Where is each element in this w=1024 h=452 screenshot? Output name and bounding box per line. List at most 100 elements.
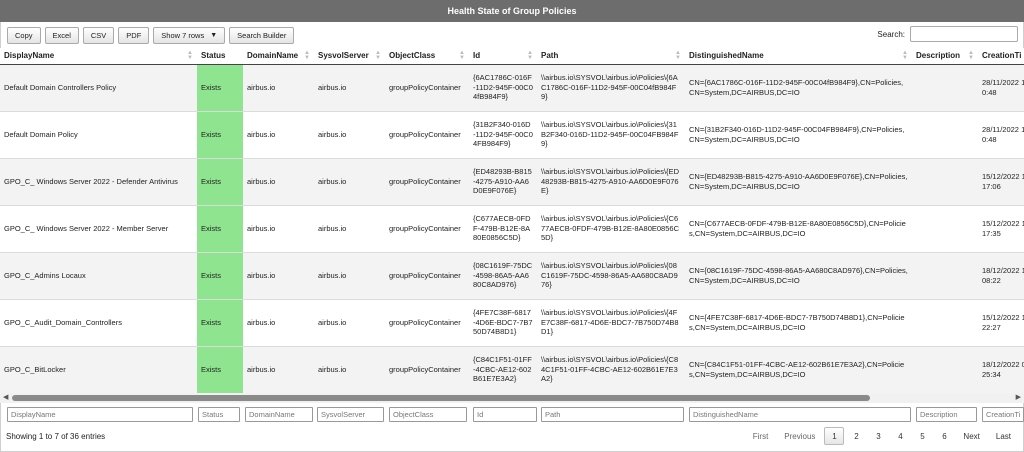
cell-id: {31B2F340-016D-11D2-945F-00C04FB984F9}: [469, 111, 537, 159]
scroll-right-icon[interactable]: ▶: [1016, 393, 1021, 403]
cell-id: {08C1619F-75DC-4598-86A5-AA680C8AD976}: [469, 252, 537, 300]
pagination-first[interactable]: First: [746, 427, 776, 445]
cell-domainname: airbus.io: [243, 111, 314, 159]
cell-sysvolserver: airbus.io: [314, 158, 385, 206]
filter-objectclass-input[interactable]: [389, 407, 467, 422]
column-header-sysvolserver[interactable]: SysvolServer ▲ ▼: [314, 48, 385, 65]
pagination-page-6[interactable]: 6: [934, 427, 954, 445]
cell-objectclass: groupPolicyContainer: [385, 205, 469, 253]
table-row[interactable]: GPO_C_Audit_Domain_Controllers Exists ai…: [0, 299, 1024, 347]
cell-path: \\airbus.io\SYSVOL\airbus.io\Policies\{6…: [537, 64, 685, 112]
pagination-page-2[interactable]: 2: [846, 427, 866, 445]
column-header-objectclass[interactable]: ObjectClass ▲ ▼: [385, 48, 469, 65]
cell-id: {ED48293B-B815-4275-A910-AA6D0E9F076E}: [469, 158, 537, 206]
panel-title: Health State of Group Policies: [0, 0, 1024, 22]
cell-displayname: Default Domain Policy: [0, 111, 197, 159]
cell-displayname: GPO_C_Audit_Domain_Controllers: [0, 299, 197, 347]
horizontal-scrollbar[interactable]: ◀ ▶: [0, 393, 1024, 403]
cell-creationtime: 28/11/2022 18:50:48: [978, 111, 1024, 159]
cell-creationtime: 15/12/2022 14:17:06: [978, 158, 1024, 206]
copy-button[interactable]: Copy: [7, 27, 41, 44]
table-row[interactable]: GPO_C_ Windows Server 2022 - Member Serv…: [0, 205, 1024, 253]
filter-distinguishedname-input[interactable]: [689, 407, 911, 422]
cell-description: [912, 158, 978, 206]
filter-status-input[interactable]: [198, 407, 240, 422]
pagination-page-4[interactable]: 4: [890, 427, 910, 445]
scroll-left-icon[interactable]: ◀: [3, 393, 8, 403]
table-row[interactable]: GPO_C_Admins Locaux Exists airbus.io air…: [0, 252, 1024, 300]
cell-sysvolserver: airbus.io: [314, 64, 385, 112]
caret-down-icon: ▼: [210, 32, 218, 39]
column-header-domainname[interactable]: DomainName ▲ ▼: [243, 48, 314, 65]
cell-displayname: Default Domain Controllers Policy: [0, 64, 197, 112]
search-label: Search:: [877, 29, 905, 39]
column-header-label: SysvolServer: [318, 51, 369, 61]
cell-domainname: airbus.io: [243, 205, 314, 253]
filter-description-input[interactable]: [916, 407, 977, 422]
cell-sysvolserver: airbus.io: [314, 205, 385, 253]
column-header-distinguishedname[interactable]: DistinguishedName ▲ ▼: [685, 48, 912, 65]
table-row[interactable]: GPO_C_ Windows Server 2022 - Defender An…: [0, 158, 1024, 206]
pagination-page-1[interactable]: 1: [824, 427, 845, 445]
pagination-page-3[interactable]: 3: [868, 427, 888, 445]
column-header-displayname[interactable]: DisplayName ▲ ▼: [0, 48, 197, 65]
table-viewport: DisplayName ▲ ▼ Status DomainName ▲ ▼ Sysvol…: [0, 48, 1024, 393]
show-rows-dropdown[interactable]: Show 7 rows ▼: [153, 27, 226, 44]
table-row[interactable]: Default Domain Policy Exists airbus.io a…: [0, 111, 1024, 159]
search-box: Search:: [877, 26, 1018, 42]
pdf-button[interactable]: PDF: [118, 27, 150, 44]
table-row[interactable]: GPO_C_BitLocker Exists airbus.io airbus.…: [0, 346, 1024, 393]
sort-icon: ▲ ▼: [459, 50, 465, 61]
column-header-label: DisplayName: [4, 51, 55, 61]
cell-id: {C84C1F51-01FF-4CBC-AE12-602B61E7E3A2}: [469, 346, 537, 393]
filter-displayname-input[interactable]: [7, 407, 193, 422]
scrollbar-thumb[interactable]: [12, 395, 870, 401]
sort-icon: ▲ ▼: [375, 50, 381, 61]
filter-domainname-input[interactable]: [245, 407, 313, 422]
cell-objectclass: groupPolicyContainer: [385, 64, 469, 112]
cell-creationtime: 15/12/2022 16:22:27: [978, 299, 1024, 347]
table-row[interactable]: Default Domain Controllers Policy Exists…: [0, 64, 1024, 112]
pagination-page-5[interactable]: 5: [912, 427, 932, 445]
filter-id-input[interactable]: [473, 407, 537, 422]
gpo-table: DisplayName ▲ ▼ Status DomainName ▲ ▼ Sysvol…: [0, 48, 1024, 393]
excel-button[interactable]: Excel: [44, 27, 79, 44]
pagination-previous[interactable]: Previous: [777, 427, 822, 445]
column-header-path[interactable]: Path ▲ ▼: [537, 48, 685, 65]
cell-domainname: airbus.io: [243, 64, 314, 112]
cell-domainname: airbus.io: [243, 346, 314, 393]
table-info: Showing 1 to 7 of 36 entries: [6, 432, 106, 441]
cell-path: \\airbus.io\SYSVOL\airbus.io\Policies\{4…: [537, 299, 685, 347]
filter-creationtime-input[interactable]: [982, 407, 1024, 422]
column-header-id[interactable]: Id ▲ ▼: [469, 48, 537, 65]
filter-sysvolserver-input[interactable]: [317, 407, 384, 422]
cell-objectclass: groupPolicyContainer: [385, 299, 469, 347]
column-header-label: ObjectClass: [389, 51, 436, 61]
cell-distinguishedname: CN={ED48293B-B815-4275-A910-AA6D0E9F076E…: [685, 158, 912, 206]
column-header-label: DistinguishedName: [689, 51, 764, 61]
filter-path-input[interactable]: [541, 407, 684, 422]
search-builder-button[interactable]: Search Builder: [229, 27, 295, 44]
cell-sysvolserver: airbus.io: [314, 299, 385, 347]
cell-domainname: airbus.io: [243, 299, 314, 347]
cell-displayname: GPO_C_BitLocker: [0, 346, 197, 393]
cell-domainname: airbus.io: [243, 158, 314, 206]
column-header-description[interactable]: Description ▲ ▼: [912, 48, 978, 65]
sort-icon: ▲ ▼: [968, 50, 974, 61]
cell-status: Exists: [197, 205, 243, 253]
pagination-next[interactable]: Next: [956, 427, 986, 445]
cell-status: Exists: [197, 111, 243, 159]
cell-description: [912, 346, 978, 393]
column-header-label: Id: [473, 51, 481, 61]
cell-description: [912, 299, 978, 347]
sort-icon: ▲ ▼: [304, 50, 310, 61]
cell-id: {6AC1786C-016F-11D2-945F-00C04fB984F9}: [469, 64, 537, 112]
cell-objectclass: groupPolicyContainer: [385, 252, 469, 300]
column-header-creationtime[interactable]: CreationTi: [978, 48, 1024, 65]
cell-distinguishedname: CN={6AC1786C-016F-11D2-945F-00C04fB984F9…: [685, 64, 912, 112]
search-input[interactable]: [910, 26, 1018, 42]
pagination-last[interactable]: Last: [989, 427, 1018, 445]
cell-status: Exists: [197, 299, 243, 347]
csv-button[interactable]: CSV: [82, 27, 115, 44]
column-header-status[interactable]: Status: [197, 48, 243, 65]
